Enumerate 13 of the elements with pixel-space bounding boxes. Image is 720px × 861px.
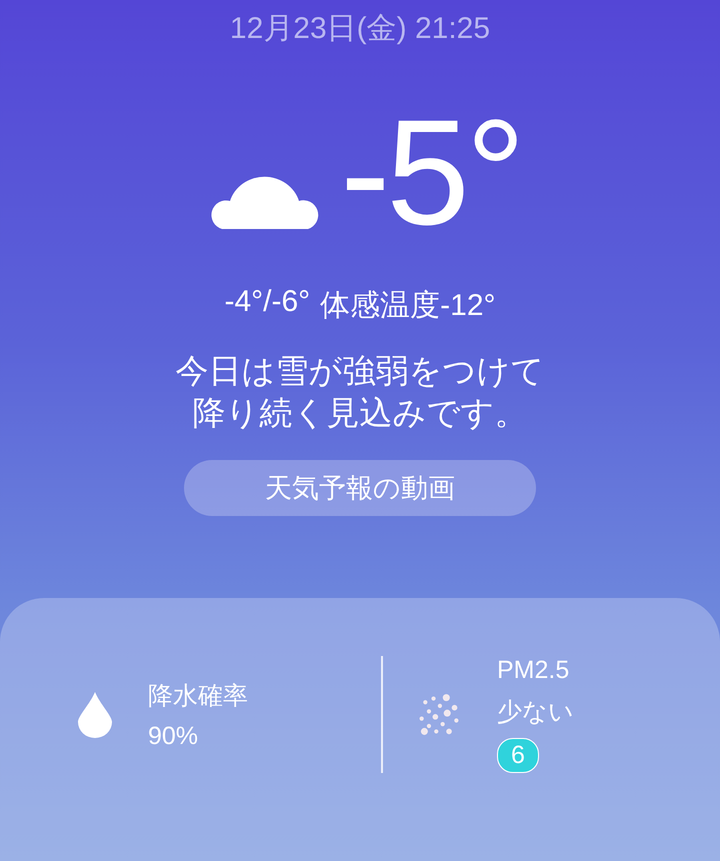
date-time: 12月23日(金) 21:25 — [230, 11, 490, 47]
detail-label: 降水確率 — [148, 680, 248, 712]
index-badge: 6 — [497, 738, 539, 773]
forecast-video-button[interactable]: 天気予報の動画 — [184, 460, 536, 516]
detail-label: PM2.5 — [497, 656, 570, 685]
forecast-description: 今日は雪が強弱をつけて降り続く見込みです。 — [174, 351, 546, 433]
current-temperature: -5° — [340, 97, 522, 247]
detail-value: 90% — [148, 722, 200, 750]
particles-icon — [417, 694, 461, 736]
detail-value: 少ない — [497, 697, 574, 728]
water-drop-icon — [78, 692, 112, 738]
high-low-temperature: -4°/-6° — [224, 285, 310, 320]
feels-like-temperature: 体感温度-12° — [320, 288, 496, 324]
